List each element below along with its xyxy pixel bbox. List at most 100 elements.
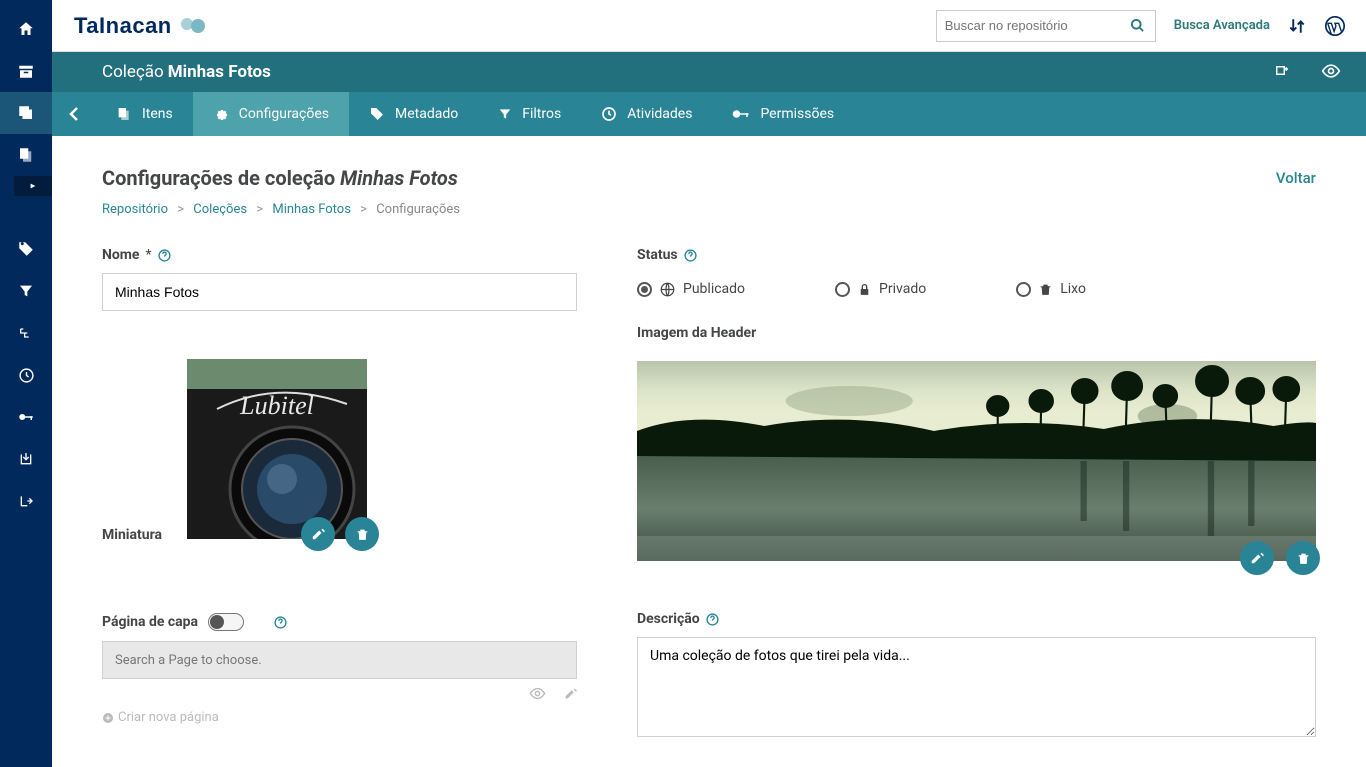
gear-icon [213,106,229,122]
delete-header-button[interactable] [1286,541,1320,575]
help-icon[interactable] [158,249,171,262]
lock-icon [858,282,871,297]
tab-metadata[interactable]: Metadado [349,92,478,136]
copy-icon [17,146,35,164]
header-image [637,361,1316,561]
key-icon [17,408,35,426]
sidebar-copy[interactable] [0,134,52,176]
name-input[interactable] [102,273,577,311]
help-icon[interactable] [684,249,697,262]
hierarchy-icon [18,325,34,341]
edit-header-button[interactable] [1240,541,1274,575]
status-label: Status [637,247,697,263]
help-icon[interactable] [274,616,287,629]
tab-settings[interactable]: Configurações [193,92,349,136]
breadcrumb: Repositório > Coleções > Minhas Fotos > … [102,202,1316,217]
files-icon [116,106,132,122]
name-label: Nome* [102,247,171,263]
stack-icon [17,104,35,122]
main-content: Configurações de coleção Minhas Fotos Vo… [52,136,1366,767]
help-icon[interactable] [706,613,719,626]
sidebar-export[interactable] [0,480,52,522]
tab-settings-label: Configurações [239,106,329,122]
tab-filters[interactable]: Filtros [478,92,581,136]
cover-page-toggle[interactable] [208,613,244,631]
search-input-wrapper [936,10,1156,42]
status-publicado[interactable]: Publicado [637,281,745,297]
sidebar-collections[interactable] [0,50,52,92]
create-page-link: Criar nova página [102,710,577,725]
sidebar-filters[interactable] [0,270,52,312]
breadcrumb-repo[interactable]: Repositório [102,202,168,217]
key-icon [732,107,750,121]
logo-butterfly-icon [180,16,204,36]
sidebar-items[interactable] [0,92,52,134]
thumbnail-label: Miniatura [102,527,162,543]
tab-capabilities[interactable]: Permissões [712,92,854,136]
description-label: Descrição [637,611,719,627]
breadcrumb-current: Configurações [376,202,460,217]
radio-icon [1016,282,1031,297]
eye-icon[interactable] [1321,63,1341,81]
edit-thumbnail-button[interactable] [301,517,335,551]
radio-icon [835,282,850,297]
clock-icon [601,106,617,122]
collection-tabs: Itens Configurações Metadado Filtros Ati… [52,92,1366,136]
tab-items-label: Itens [142,106,173,122]
filter-icon [18,283,34,299]
sidebar-taxonomies[interactable] [0,228,52,270]
tab-items[interactable]: Itens [96,92,193,136]
trash-icon [1039,282,1052,297]
back-link[interactable]: Voltar [1276,169,1316,187]
page-title: Configurações de coleção Minhas Fotos [102,166,458,190]
sidebar-capabilities[interactable] [0,396,52,438]
sidebar-import[interactable] [0,438,52,480]
home-icon [17,20,35,38]
import-icon [18,451,34,467]
status-lixo[interactable]: Lixo [1016,281,1086,297]
breadcrumb-collections[interactable]: Coleções [193,202,247,217]
archive-icon [17,62,35,80]
edit-page-icon [564,687,577,700]
collection-header: Coleção Minhas Fotos [52,52,1366,92]
sidebar-submenu-indicator[interactable] [14,176,52,196]
activity-icon [18,367,35,384]
label-icon [369,106,385,122]
sidebar-home[interactable] [0,8,52,50]
topbar: TaInacan Busca Avançada [52,0,1366,52]
breadcrumb-collection[interactable]: Minhas Fotos [272,202,351,217]
svg-text:Lubitel: Lubitel [240,391,315,420]
header-image-label: Imagem da Header [637,325,756,341]
sort-icon[interactable] [1288,17,1306,35]
collection-prefix: Coleção [102,62,164,82]
tab-capabilities-label: Permissões [760,106,834,122]
tab-back-button[interactable] [52,92,96,136]
export-icon [18,493,34,509]
wordpress-icon[interactable] [1324,15,1346,37]
logo[interactable]: TaInacan [74,13,204,39]
cover-page-label: Página de capa [102,614,198,630]
external-link-icon[interactable] [1273,63,1291,81]
radio-checked-icon [637,282,652,297]
search-input[interactable] [945,18,1147,33]
search-icon[interactable] [1130,18,1145,33]
thumbnail-image: Lubitel [187,359,367,539]
funnel-icon [498,107,512,121]
description-textarea[interactable] [637,637,1316,737]
collection-name: Minhas Fotos [168,62,271,82]
cover-page-search[interactable]: Search a Page to choose. [102,641,577,679]
tags-icon [17,240,35,258]
thumbnail-wrapper: Lubitel [187,359,367,539]
sidebar-hierarchy[interactable] [0,312,52,354]
main-sidebar [0,0,52,767]
globe-icon [660,282,675,297]
tab-filters-label: Filtros [522,106,561,122]
tab-activities[interactable]: Atividades [581,92,712,136]
logo-text: TaInacan [74,13,172,39]
status-privado[interactable]: Privado [835,281,926,297]
advanced-search-link[interactable]: Busca Avançada [1174,18,1270,33]
tab-activities-label: Atividades [627,106,692,122]
delete-thumbnail-button[interactable] [345,517,379,551]
sidebar-activities[interactable] [0,354,52,396]
view-page-icon [529,687,546,700]
